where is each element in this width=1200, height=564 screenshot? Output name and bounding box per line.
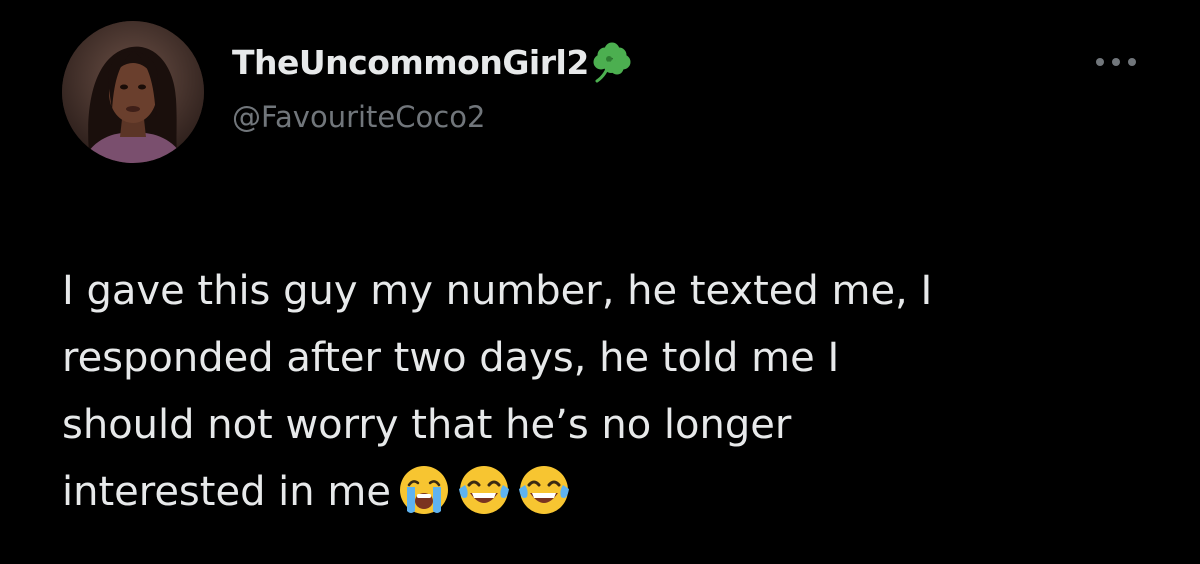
face-with-tears-of-joy-icon [517,463,571,517]
shamrock-icon [591,41,633,83]
profile-photo [62,21,204,163]
tweet-card: TheUncommonGirl2 @FavouriteCoco2 I gave … [0,0,1200,564]
display-name[interactable]: TheUncommonGirl2 [232,43,589,82]
ellipsis-icon [1096,58,1136,66]
user-handle[interactable]: @FavouriteCoco2 [232,100,485,134]
face-with-tears-of-joy-icon [457,463,511,517]
tweet-text-line: should not worry that he’s no longer [62,402,792,448]
avatar[interactable] [62,21,204,163]
tweet-text-line: responded after two days, he told me I [62,335,840,381]
more-options-button[interactable] [1090,50,1142,74]
author-name-row[interactable]: TheUncommonGirl2 [232,38,633,86]
tweet-text-line: I gave this guy my number, he texted me,… [62,268,933,314]
tweet-text-line-last: interested in me [62,459,1142,526]
tweet-text-line: interested in me [62,469,391,515]
tweet-text: I gave this guy my number, he texted me,… [62,258,1142,526]
loudly-crying-face-icon [397,463,451,517]
